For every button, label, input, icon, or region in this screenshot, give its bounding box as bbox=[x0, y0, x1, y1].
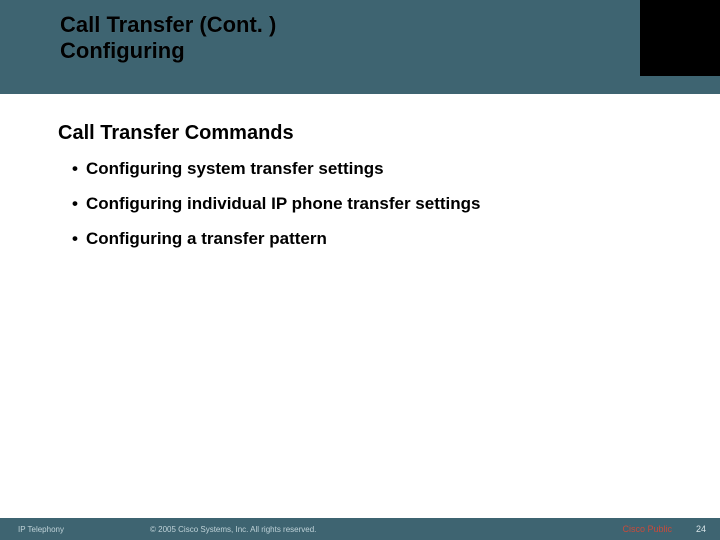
bullet-item: Configuring individual IP phone transfer… bbox=[72, 193, 680, 216]
title-line-1: Call Transfer (Cont. ) bbox=[60, 12, 276, 37]
bullet-item: Configuring a transfer pattern bbox=[72, 228, 680, 251]
bullet-list: Configuring system transfer settings Con… bbox=[72, 158, 680, 263]
footer-bar: IP Telephony © 2005 Cisco Systems, Inc. … bbox=[0, 518, 720, 540]
bullet-item: Configuring system transfer settings bbox=[72, 158, 680, 181]
section-heading: Call Transfer Commands bbox=[58, 122, 294, 145]
footer-page-number: 24 bbox=[696, 524, 706, 534]
header-corner-black bbox=[640, 0, 720, 76]
title-line-2: Configuring bbox=[60, 38, 185, 63]
bullet-text: Configuring a transfer pattern bbox=[86, 229, 327, 248]
slide-title: Call Transfer (Cont. ) Configuring bbox=[60, 12, 276, 64]
footer-copyright: © 2005 Cisco Systems, Inc. All rights re… bbox=[150, 525, 316, 534]
footer-left: IP Telephony bbox=[18, 525, 64, 534]
bullet-text: Configuring system transfer settings bbox=[86, 159, 384, 178]
footer-classification: Cisco Public bbox=[622, 524, 672, 534]
slide: Call Transfer (Cont. ) Configuring Call … bbox=[0, 0, 720, 540]
bullet-text: Configuring individual IP phone transfer… bbox=[86, 194, 481, 213]
